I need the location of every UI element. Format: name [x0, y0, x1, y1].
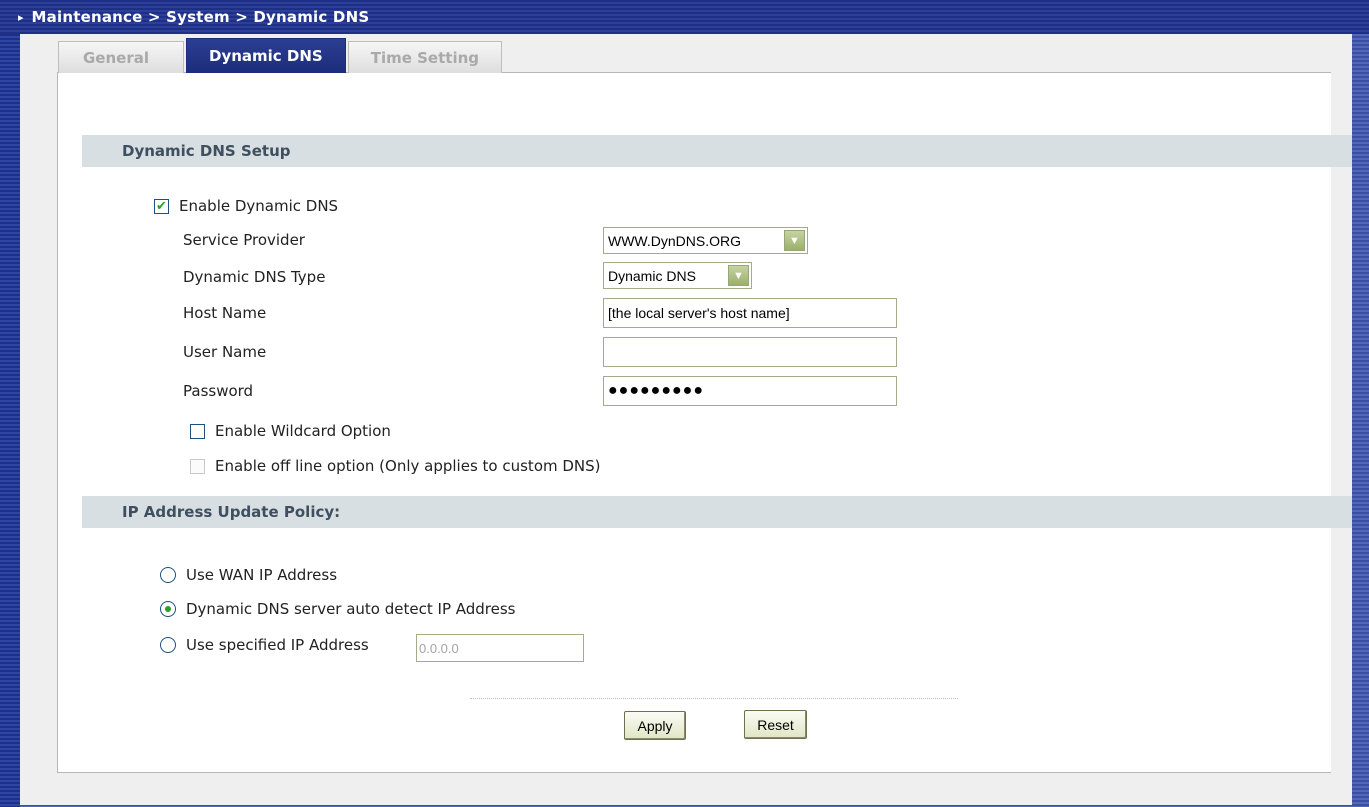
- service-provider-select[interactable]: WWW.DynDNS.ORG ▼: [603, 227, 808, 254]
- radio-selected-dot: [165, 606, 171, 612]
- radio-button[interactable]: [160, 601, 176, 617]
- left-navigation-strip: [0, 34, 20, 807]
- ddns-type-select[interactable]: Dynamic DNS ▼: [603, 262, 752, 289]
- radio-row-wan-ip[interactable]: Use WAN IP Address: [160, 566, 337, 584]
- enable-ddns-row[interactable]: ✔ Enable Dynamic DNS: [154, 197, 338, 215]
- user-name-input[interactable]: [603, 337, 897, 367]
- divider: [470, 698, 958, 699]
- offline-checkbox: [190, 458, 205, 474]
- radio-button[interactable]: [160, 567, 176, 583]
- reset-button[interactable]: Reset: [744, 710, 807, 739]
- wildcard-row[interactable]: Enable Wildcard Option: [190, 422, 391, 440]
- radio-label: Use specified IP Address: [186, 636, 369, 654]
- title-bar: ▸ Maintenance > System > Dynamic DNS: [0, 0, 1369, 34]
- ddns-type-value: Dynamic DNS: [608, 267, 696, 284]
- apply-button[interactable]: Apply: [624, 711, 686, 740]
- password-input[interactable]: ●●●●●●●●●: [603, 376, 897, 406]
- radio-label: Use WAN IP Address: [186, 566, 338, 584]
- section-heading-ip-policy: IP Address Update Policy:: [82, 496, 1352, 528]
- host-name-input[interactable]: [the local server's host name]: [603, 298, 897, 328]
- offline-label: Enable off line option (Only applies to …: [215, 457, 601, 475]
- user-name-label: User Name: [183, 343, 267, 361]
- specified-ip-input[interactable]: 0.0.0.0: [416, 634, 584, 662]
- wildcard-label: Enable Wildcard Option: [215, 422, 391, 440]
- breadcrumb: Maintenance > System > Dynamic DNS: [31, 8, 370, 26]
- tab-bar: General Dynamic DNS Time Setting: [58, 38, 504, 73]
- breadcrumb-arrow-icon: ▸: [18, 10, 24, 24]
- chevron-down-icon[interactable]: ▼: [784, 230, 805, 251]
- radio-row-specified-ip[interactable]: Use specified IP Address: [160, 636, 369, 654]
- radio-button[interactable]: [160, 637, 176, 653]
- radio-label: Dynamic DNS server auto detect IP Addres…: [186, 600, 516, 618]
- tab-dynamic-dns[interactable]: Dynamic DNS: [186, 38, 346, 73]
- wildcard-checkbox[interactable]: [190, 423, 205, 439]
- chevron-down-icon[interactable]: ▼: [728, 265, 749, 286]
- host-name-label: Host Name: [183, 304, 267, 322]
- section-heading-ddns-setup: Dynamic DNS Setup: [82, 135, 1352, 167]
- enable-ddns-label: Enable Dynamic DNS: [179, 197, 339, 215]
- tab-general[interactable]: General: [58, 41, 184, 73]
- service-provider-value: WWW.DynDNS.ORG: [608, 232, 741, 249]
- service-provider-label: Service Provider: [183, 231, 305, 249]
- tab-time-setting[interactable]: Time Setting: [347, 41, 503, 73]
- enable-ddns-checkbox[interactable]: ✔: [154, 198, 169, 214]
- ddns-type-label: Dynamic DNS Type: [183, 268, 326, 286]
- offline-row: Enable off line option (Only applies to …: [190, 457, 601, 475]
- password-label: Password: [183, 382, 254, 400]
- radio-row-auto-detect[interactable]: Dynamic DNS server auto detect IP Addres…: [160, 600, 516, 618]
